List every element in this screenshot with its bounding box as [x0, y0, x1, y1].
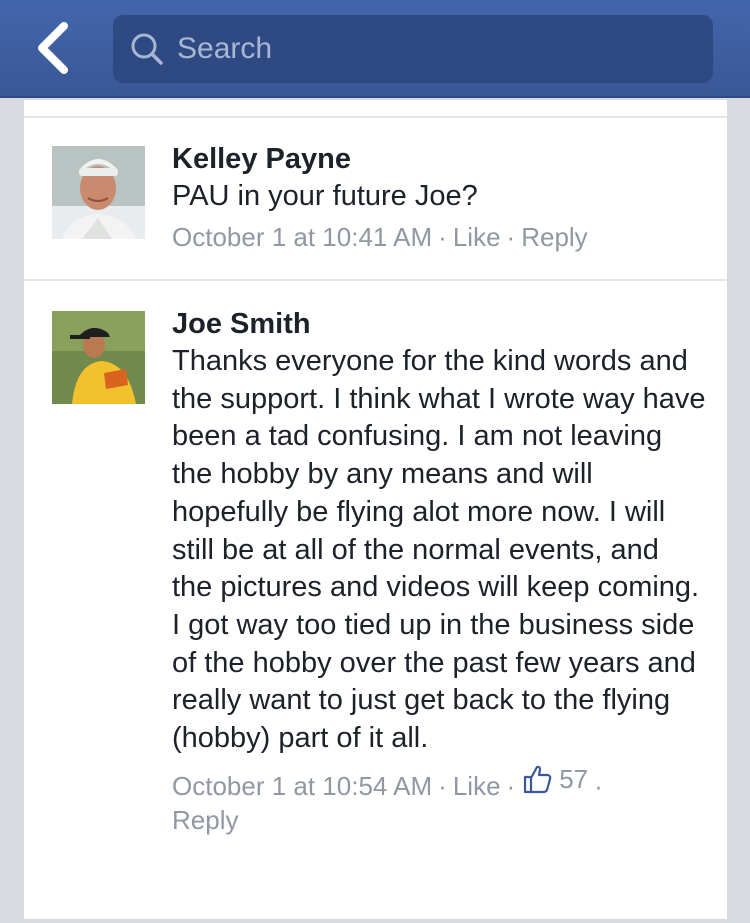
comment-text: PAU in your future Joe?: [172, 180, 478, 212]
thumbs-up-icon: [521, 763, 553, 795]
like-link[interactable]: Like: [453, 771, 501, 801]
comment-meta: October 1 at 10:54 AM · Like · 57 · Reply: [172, 762, 707, 837]
search-icon: [127, 29, 167, 69]
separator: ·: [438, 770, 447, 801]
avatar[interactable]: [52, 146, 145, 239]
comment-body: Kelley Payne PAU in your future Joe? Oct…: [172, 140, 707, 254]
reply-link[interactable]: Reply: [521, 222, 587, 252]
comment-body: Joe Smith Thanks everyone for the kind w…: [172, 305, 707, 837]
like-count-value: 57: [559, 763, 589, 794]
separator: ·: [506, 221, 516, 252]
comment-timestamp: October 1 at 10:41 AM: [172, 221, 433, 252]
back-button[interactable]: [26, 20, 82, 76]
like-link[interactable]: Like: [453, 222, 501, 252]
separator: ·: [506, 770, 516, 801]
top-navigation-bar: [0, 0, 750, 98]
comment-item: Joe Smith Thanks everyone for the kind w…: [24, 283, 727, 923]
chevron-left-icon: [38, 22, 68, 74]
comments-panel: Kelley Payne PAU in your future Joe? Oct…: [24, 100, 727, 919]
search-bar[interactable]: [113, 15, 713, 83]
separator: ·: [438, 221, 447, 252]
search-input[interactable]: [167, 15, 713, 83]
separator: ·: [594, 770, 603, 801]
comment-author[interactable]: Kelley Payne: [172, 140, 707, 178]
like-count[interactable]: 57: [521, 762, 588, 796]
reply-link[interactable]: Reply: [172, 805, 238, 835]
comment-meta: October 1 at 10:41 AM · Like · Reply: [172, 220, 707, 254]
comment-author[interactable]: Joe Smith: [172, 305, 707, 343]
comment-timestamp: October 1 at 10:54 AM: [172, 770, 433, 801]
comment-item: Kelley Payne PAU in your future Joe? Oct…: [24, 118, 727, 281]
avatar[interactable]: [52, 311, 145, 404]
comment-text: Thanks everyone for the kind words and t…: [172, 345, 706, 755]
